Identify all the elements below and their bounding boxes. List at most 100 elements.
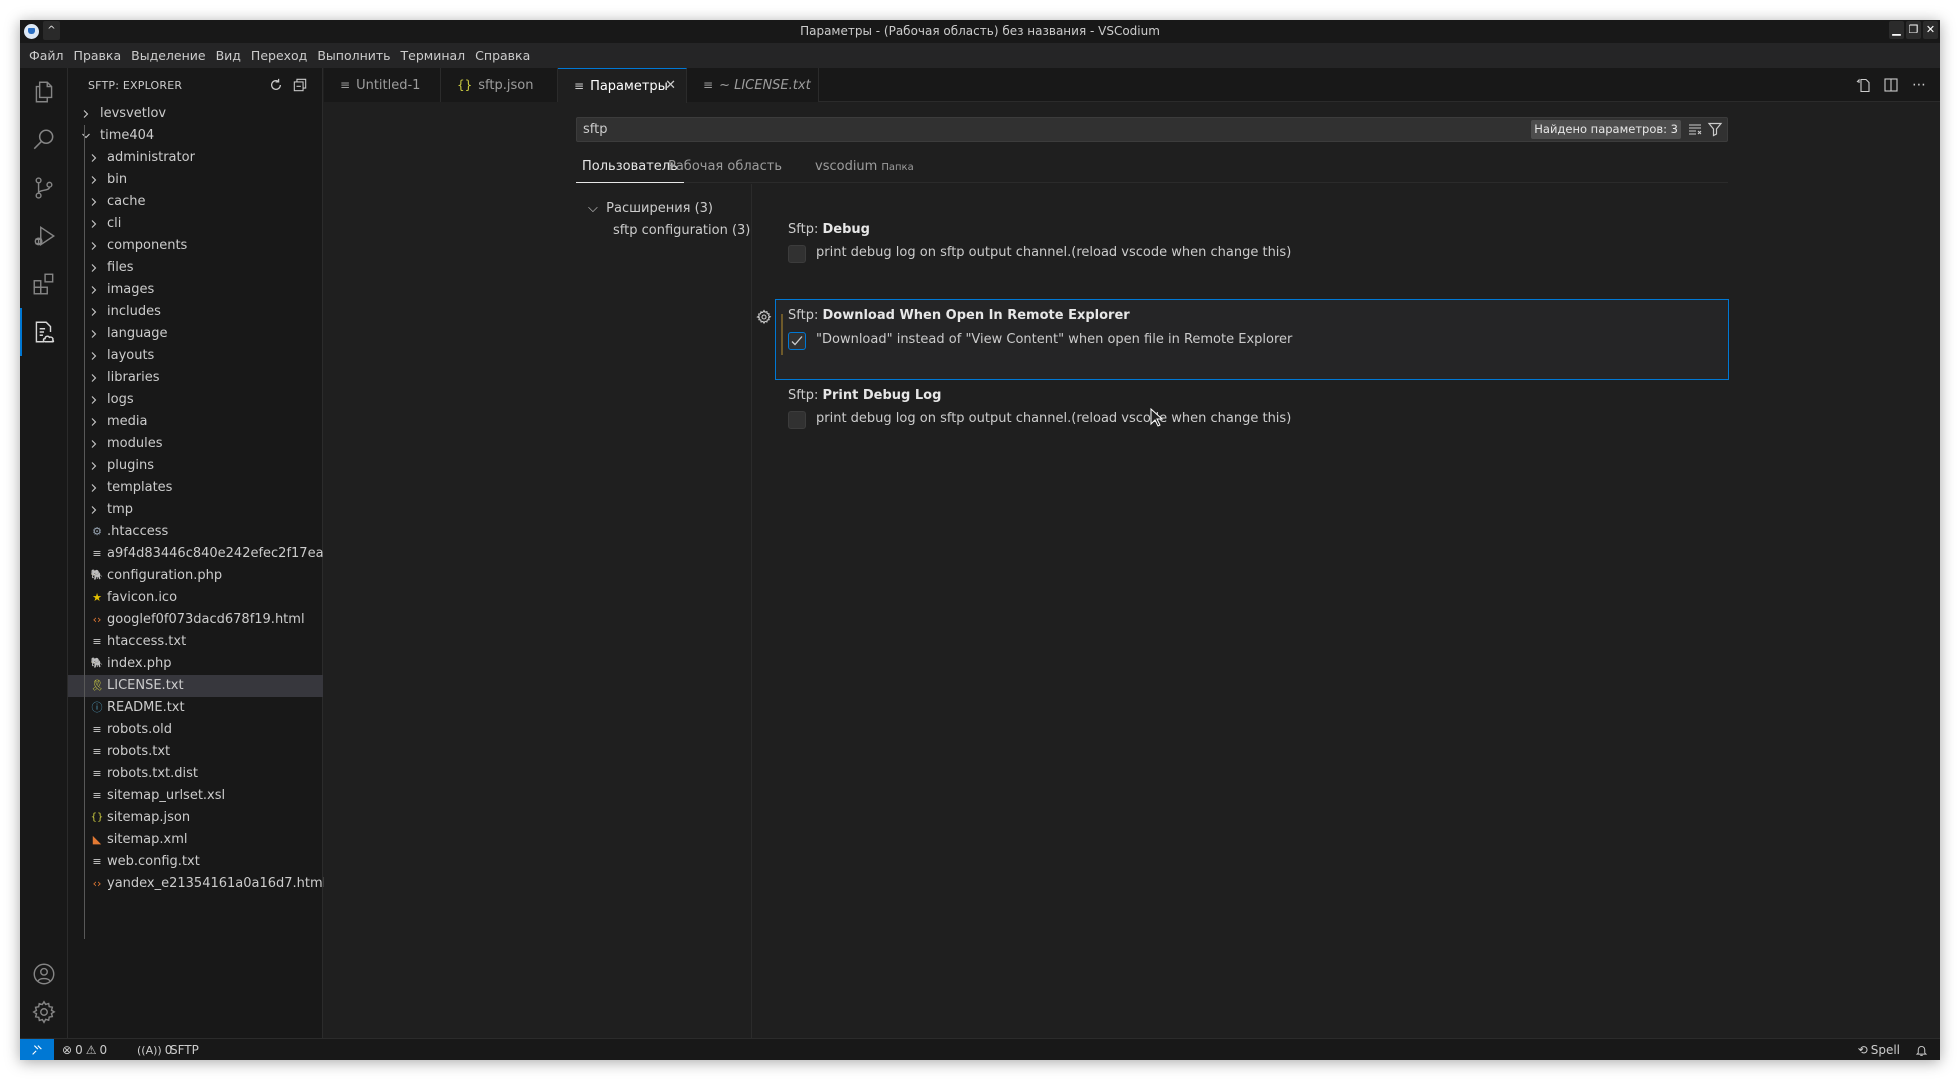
toc-extensions[interactable]: ⌵ Расширения (3) — [588, 198, 713, 220]
tree-folder[interactable]: tmp — [68, 499, 323, 521]
tree-folder[interactable]: files — [68, 257, 323, 279]
clear-search-icon[interactable] — [1687, 121, 1703, 137]
setting-description: print debug log on sftp output channel.(… — [816, 245, 1292, 260]
restore-button[interactable]: ❐ — [1906, 21, 1921, 39]
tree-folder[interactable]: modules — [68, 433, 323, 455]
activity-explorer[interactable] — [20, 68, 68, 116]
tree-file[interactable]: ⓘ README.txt — [68, 697, 323, 719]
gear-file-icon: ⚙ — [92, 525, 102, 538]
tree-folder[interactable]: logs — [68, 389, 323, 411]
tree-file[interactable]: ‹› googlef0f073dacd678f19.html — [68, 609, 323, 631]
close-tab-icon[interactable]: ✕ — [665, 78, 676, 93]
tree-file[interactable]: 🐘 configuration.php — [68, 565, 323, 587]
tree-file[interactable]: ≡ robots.txt — [68, 741, 323, 763]
menu-go[interactable]: Переход — [246, 43, 312, 68]
refresh-icon[interactable] — [268, 77, 284, 93]
tree-root-folder[interactable]: time404 — [68, 125, 323, 147]
split-editor-icon[interactable] — [1882, 76, 1900, 94]
tree-folder[interactable]: includes — [68, 301, 323, 323]
tree-file[interactable]: ≡ web.config.txt — [68, 851, 323, 873]
minimize-button[interactable]: ▁ — [1889, 21, 1904, 39]
activity-manage[interactable] — [20, 988, 68, 1036]
problems-indicator[interactable]: ⊗ 0 ⚠ 0 — [62, 1039, 107, 1060]
close-window-button[interactable]: ✕ — [1923, 21, 1938, 39]
tree-file[interactable]: ≡ robots.txt.dist — [68, 763, 323, 785]
spell-status[interactable]: ⟲ Spell — [1858, 1039, 1900, 1060]
tree-file[interactable]: ◣ sitemap.xml — [68, 829, 323, 851]
tree-folder[interactable]: plugins — [68, 455, 323, 477]
tab-sftp-json[interactable]: {} sftp.json — [441, 68, 558, 102]
chevron-right-icon — [86, 301, 102, 323]
tree-file[interactable]: 🎗 LICENSE.txt — [68, 675, 323, 697]
search-icon — [33, 129, 54, 150]
more-actions-icon[interactable]: ⋯ — [1910, 76, 1928, 94]
settings-search-input[interactable]: sftp Найдено параметров: 3 — [576, 117, 1728, 142]
setting-checkbox[interactable] — [788, 245, 806, 263]
chevron-right-icon — [86, 213, 102, 235]
sftp-status[interactable]: SFTP — [170, 1039, 199, 1060]
setting-checkbox[interactable] — [788, 332, 806, 350]
setting-checkbox[interactable] — [788, 411, 806, 429]
source-control-icon — [35, 177, 53, 199]
activity-source-control[interactable] — [20, 164, 68, 212]
folder-hint: Папка — [881, 162, 914, 173]
tree-folder[interactable]: templates — [68, 477, 323, 499]
info-file-icon: ⓘ — [91, 701, 103, 714]
text-file-icon: ≡ — [92, 723, 102, 736]
chevron-right-icon — [86, 169, 102, 191]
indent-guide — [84, 125, 85, 939]
collapse-all-icon[interactable] — [292, 77, 308, 93]
tree-folder[interactable]: administrator — [68, 147, 323, 169]
activity-search[interactable] — [20, 116, 68, 164]
tree-folder[interactable]: layouts — [68, 345, 323, 367]
tab-license-txt[interactable]: ≡ ~ LICENSE.txt — [687, 68, 819, 102]
tree-root-folder[interactable]: levsvetlov — [68, 103, 323, 125]
tree-folder[interactable]: media — [68, 411, 323, 433]
activity-extensions[interactable] — [20, 260, 68, 308]
notifications-bell-icon[interactable] — [1915, 1039, 1928, 1060]
chevron-right-icon — [86, 323, 102, 345]
tree-file[interactable]: ≡ robots.old — [68, 719, 323, 741]
chevron-right-icon — [86, 389, 102, 411]
tree-folder[interactable]: libraries — [68, 367, 323, 389]
activity-sftp-explorer[interactable] — [20, 308, 68, 356]
tree-file[interactable]: ≡ a9f4d83446c840e242efec2f17ea... — [68, 543, 336, 565]
tree-file[interactable]: ≡ sitemap_urlset.xsl — [68, 785, 323, 807]
tree-folder[interactable]: components — [68, 235, 323, 257]
tree-file[interactable]: 🐘 index.php — [68, 653, 323, 675]
open-settings-json-icon[interactable] — [1854, 76, 1872, 94]
tab-untitled-1[interactable]: ≡ Untitled-1 — [324, 68, 441, 102]
text-file-icon: ≡ — [92, 745, 102, 758]
setting-gear-icon[interactable] — [756, 309, 772, 325]
setting-description: "Download" instead of "View Content" whe… — [816, 332, 1293, 347]
tree-folder[interactable]: language — [68, 323, 323, 345]
menu-run[interactable]: Выполнить — [312, 43, 395, 68]
tree-file[interactable]: ⚙ .htaccess — [68, 521, 323, 543]
menu-file[interactable]: Файл — [24, 43, 69, 68]
tree-folder[interactable]: cache — [68, 191, 323, 213]
menu-view[interactable]: Вид — [211, 43, 246, 68]
ports-indicator[interactable]: ((A)) 0 — [137, 1039, 172, 1060]
tree-folder[interactable]: images — [68, 279, 323, 301]
toc-sftp-configuration[interactable]: sftp configuration (3) — [613, 220, 750, 242]
tree-folder[interactable]: bin — [68, 169, 323, 191]
menu-terminal[interactable]: Терминал — [396, 43, 471, 68]
scope-tab-folder[interactable]: vscodium Папка — [815, 151, 914, 183]
menu-selection[interactable]: Выделение — [126, 43, 210, 68]
tree-file[interactable]: ≡ htaccess.txt — [68, 631, 323, 653]
filter-icon[interactable] — [1707, 121, 1723, 137]
remote-indicator[interactable] — [20, 1039, 54, 1060]
settings-scope-tabs: Пользователь Рабочая область vscodium Пап… — [576, 151, 1728, 183]
tree-file[interactable]: ★ favicon.ico — [68, 587, 323, 609]
scope-tab-workspace[interactable]: Рабочая область — [668, 151, 782, 183]
tree-folder[interactable]: cli — [68, 213, 323, 235]
chevron-right-icon — [86, 257, 102, 279]
activity-run-debug[interactable] — [20, 212, 68, 260]
menu-help[interactable]: Справка — [470, 43, 535, 68]
menu-edit[interactable]: Правка — [69, 43, 127, 68]
tree-file[interactable]: {} sitemap.json — [68, 807, 323, 829]
tab-settings[interactable]: ≡ Параметры ✕ — [558, 68, 687, 103]
broadcast-icon: ((A)) — [137, 1043, 162, 1057]
tree-file[interactable]: ‹› yandex_e21354161a0a16d7.html — [68, 873, 327, 895]
setting-sftp-debug: Sftp: Debug print debug log on sftp outp… — [776, 214, 1728, 278]
